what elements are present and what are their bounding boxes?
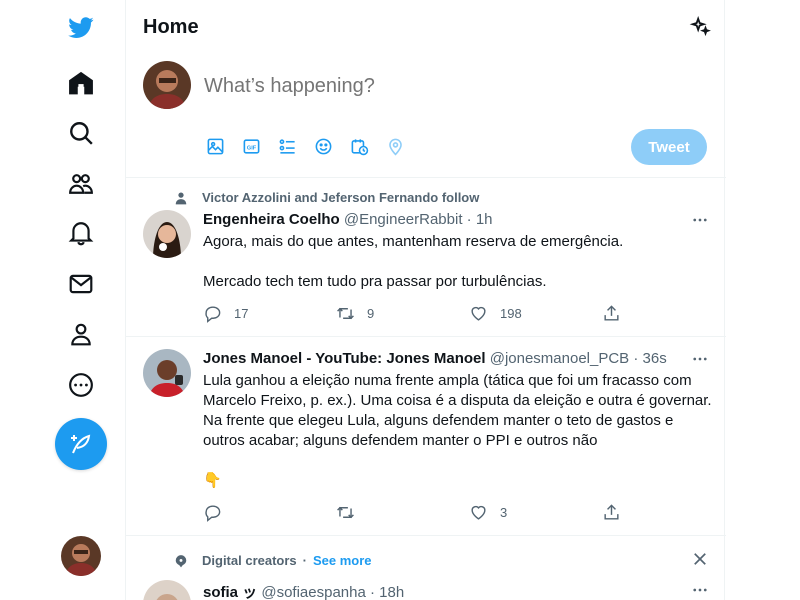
timestamp[interactable]: 18h: [379, 584, 404, 600]
separator: ·: [633, 350, 639, 367]
tweet-header: sofia ッ @sofiaespanha · 18h: [203, 581, 404, 600]
poll-icon[interactable]: [276, 135, 298, 157]
share-button[interactable]: [602, 304, 735, 323]
home-icon[interactable]: [61, 63, 101, 103]
sidebar-nav: [0, 0, 125, 600]
reply-icon: [205, 306, 221, 323]
composer-toolbar: GIF: [204, 135, 406, 157]
messages-icon[interactable]: [61, 264, 101, 304]
social-context-text: Victor Azzolini and Jeferson Fernando fo…: [202, 190, 480, 205]
sparkle-icon[interactable]: [687, 14, 713, 40]
twitter-logo-icon[interactable]: [61, 7, 101, 47]
notifications-icon[interactable]: [61, 213, 101, 253]
more-icon[interactable]: [61, 365, 101, 405]
svg-text:GIF: GIF: [246, 145, 256, 151]
share-icon: [604, 504, 619, 520]
author-handle[interactable]: @EngineerRabbit: [344, 211, 463, 228]
author-name[interactable]: sofia ッ: [203, 584, 257, 600]
media-icon[interactable]: [204, 135, 226, 157]
main-timeline: Home GIF Tweet Victor Azzolini and Jefer…: [125, 0, 726, 600]
avatar: [143, 61, 191, 109]
more-options-icon[interactable]: [687, 580, 713, 600]
profile-icon[interactable]: [61, 314, 101, 354]
retweet-count: 9: [367, 306, 375, 321]
like-count: 198: [500, 306, 522, 321]
topic-module: Digital creators · See more sofia ッ @sof…: [126, 536, 726, 600]
explore-icon[interactable]: [61, 113, 101, 153]
gif-icon[interactable]: GIF: [240, 135, 262, 157]
author-handle[interactable]: @sofiaespanha: [261, 584, 365, 600]
reply-button[interactable]: 17: [203, 304, 336, 323]
person-icon: [175, 191, 187, 204]
like-button[interactable]: 198: [469, 304, 602, 323]
share-icon: [604, 305, 619, 321]
heart-icon: [471, 505, 486, 520]
timeline-header: Home: [126, 0, 726, 53]
separator: ·: [302, 553, 307, 568]
account-avatar[interactable]: [61, 536, 101, 576]
schedule-icon[interactable]: [348, 135, 370, 157]
timestamp[interactable]: 1h: [476, 211, 493, 228]
page-title: Home: [143, 16, 199, 38]
avatar[interactable]: [143, 210, 191, 258]
see-more-link[interactable]: See more: [313, 553, 372, 568]
tweet-text: Agora, mais do que antes, mantenham rese…: [203, 233, 624, 290]
like-button[interactable]: 3: [469, 503, 602, 522]
author-name[interactable]: Engenheira Coelho: [203, 211, 340, 228]
share-button[interactable]: [602, 503, 735, 522]
tweet[interactable]: Jones Manoel - YouTube: Jones Manoel @jo…: [126, 337, 726, 536]
author-name[interactable]: Jones Manoel - YouTube: Jones Manoel: [203, 350, 486, 367]
avatar[interactable]: [143, 349, 191, 397]
more-options-icon[interactable]: [687, 210, 713, 230]
reply-icon: [205, 505, 221, 522]
compose-tweet-button[interactable]: [55, 418, 107, 470]
tweet-button[interactable]: Tweet: [631, 129, 707, 165]
timestamp[interactable]: 36s: [643, 350, 667, 367]
separator: ·: [370, 584, 375, 600]
emoji-icon[interactable]: [312, 135, 334, 157]
author-handle[interactable]: @jonesmanoel_PCB: [490, 350, 629, 367]
retweet-icon: [337, 307, 354, 320]
tweet-header: Engenheira Coelho @EngineerRabbit · 1h: [203, 211, 493, 228]
compose-input[interactable]: [204, 75, 704, 98]
location-icon[interactable]: [384, 135, 406, 157]
tweet-actions: 3: [203, 503, 735, 522]
reply-button[interactable]: [203, 503, 336, 522]
retweet-icon: [337, 506, 354, 519]
retweet-button[interactable]: [336, 503, 469, 522]
topic-icon: [175, 554, 187, 567]
tweet-actions: 17 9 198: [203, 304, 735, 323]
close-icon[interactable]: [687, 549, 713, 569]
avatar[interactable]: [143, 580, 191, 600]
communities-icon[interactable]: [61, 163, 101, 203]
tweet-composer: GIF Tweet: [126, 53, 726, 178]
topic-context: Digital creators · See more: [174, 553, 372, 568]
tweet-text: Lula ganhou a eleição numa frente ampla …: [203, 372, 712, 489]
social-context: Victor Azzolini and Jeferson Fernando fo…: [174, 190, 479, 205]
separator: ·: [466, 211, 472, 228]
tweet[interactable]: Victor Azzolini and Jeferson Fernando fo…: [126, 178, 726, 337]
retweet-button[interactable]: 9: [336, 304, 469, 323]
like-count: 3: [500, 505, 508, 520]
reply-count: 17: [234, 306, 249, 321]
topic-label: Digital creators: [202, 553, 297, 568]
more-options-icon[interactable]: [687, 349, 713, 369]
heart-icon: [471, 306, 486, 321]
tweet-header: Jones Manoel - YouTube: Jones Manoel @jo…: [203, 350, 667, 367]
